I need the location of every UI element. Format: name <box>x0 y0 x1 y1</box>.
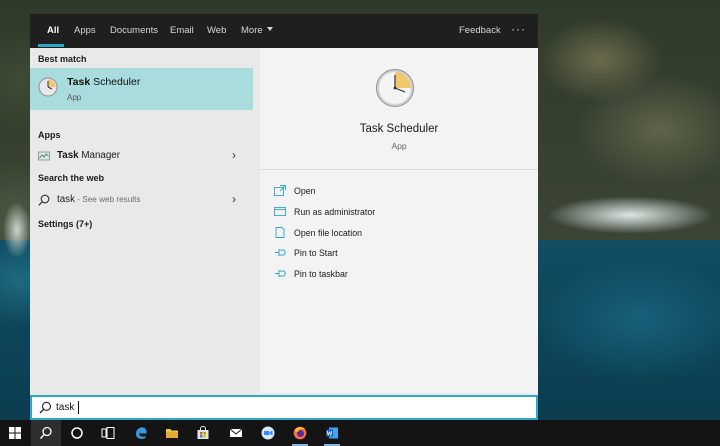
start-menu-search-panel: All Apps Documents Email Web More Feedba… <box>30 14 538 420</box>
action-label: Open <box>294 186 316 196</box>
taskbar-app-zoom[interactable] <box>253 420 283 446</box>
chevron-down-icon <box>266 27 273 32</box>
search-web-header: Search the web <box>38 173 105 183</box>
search-icon <box>39 426 52 440</box>
search-input-value: task <box>56 402 75 413</box>
best-match-title: Task Scheduler <box>67 76 140 88</box>
search-filter-tabs: All Apps Documents Email Web More Feedba… <box>30 14 538 48</box>
cortana-button[interactable] <box>62 420 92 446</box>
word-icon <box>326 427 338 439</box>
tab-more[interactable]: More <box>241 14 273 48</box>
search-icon <box>38 194 50 206</box>
taskbar-app-word[interactable] <box>317 420 347 446</box>
pin-icon <box>275 249 286 256</box>
taskbar-app-edge[interactable] <box>126 420 156 446</box>
task-manager-label: Task Manager <box>57 150 120 161</box>
action-label: Run as administrator <box>294 207 376 217</box>
taskbar-app-mail[interactable] <box>221 420 251 446</box>
chevron-right-icon[interactable]: › <box>232 149 236 161</box>
folder-location-icon <box>275 227 285 238</box>
best-match-subtitle: App <box>67 93 82 102</box>
search-icon <box>39 401 52 414</box>
list-item-task-manager[interactable]: Task Manager › <box>30 145 253 167</box>
taskbar-app-firefox[interactable] <box>285 420 315 446</box>
tab-web[interactable]: Web <box>207 14 226 48</box>
task-manager-label-bold: Task <box>57 150 79 161</box>
cortana-icon <box>71 427 83 439</box>
task-manager-icon <box>38 151 50 161</box>
apps-header: Apps <box>38 130 61 140</box>
divider <box>260 169 538 170</box>
best-match-item[interactable]: Task Scheduler App <box>30 68 253 110</box>
search-input[interactable]: task <box>30 395 538 420</box>
wallpaper-surf <box>520 180 720 250</box>
tab-active-indicator <box>38 44 64 47</box>
tab-apps[interactable]: Apps <box>74 14 96 48</box>
firefox-icon <box>293 426 307 440</box>
tab-email[interactable]: Email <box>170 14 194 48</box>
mail-icon <box>229 428 243 437</box>
action-label: Pin to Start <box>294 248 338 258</box>
more-options-button[interactable]: ··· <box>511 14 526 48</box>
windows-icon <box>9 427 21 439</box>
tab-all[interactable]: All <box>47 14 59 48</box>
action-label: Open file location <box>294 228 362 238</box>
web-search-label: task - See web results <box>57 194 141 205</box>
store-icon <box>197 426 209 439</box>
best-match-header: Best match <box>38 54 87 64</box>
taskbar <box>0 420 720 446</box>
wallpaper-coast <box>0 190 34 270</box>
tab-documents[interactable]: Documents <box>110 14 158 48</box>
best-match-title-bold: Task <box>67 76 91 88</box>
task-manager-label-rest: Manager <box>78 150 120 161</box>
web-search-query: task <box>57 194 75 205</box>
admin-icon <box>274 207 286 216</box>
clock-icon <box>376 69 414 107</box>
feedback-button[interactable]: Feedback <box>459 14 501 48</box>
taskbar-search-button[interactable] <box>31 420 61 446</box>
preview-pane: Task Scheduler App Open Run as administr… <box>260 48 538 393</box>
task-view-button[interactable] <box>93 420 123 446</box>
chevron-right-icon[interactable]: › <box>232 193 236 205</box>
zoom-icon <box>261 426 275 440</box>
text-caret <box>78 401 79 414</box>
action-label: Pin to taskbar <box>294 269 348 279</box>
settings-header[interactable]: Settings (7+) <box>38 219 92 229</box>
start-button[interactable] <box>0 420 30 446</box>
open-icon <box>274 185 286 196</box>
taskbar-app-file-explorer[interactable] <box>157 420 187 446</box>
edge-icon <box>136 427 147 439</box>
preview-title: Task Scheduler <box>359 123 439 135</box>
web-search-hint: - See web results <box>74 195 141 204</box>
pin-icon <box>275 270 286 277</box>
file-explorer-icon <box>166 429 178 438</box>
best-match-title-rest: Scheduler <box>90 76 141 88</box>
taskbar-app-store[interactable] <box>188 420 218 446</box>
tab-more-label: More <box>241 25 263 36</box>
preview-subtitle: App <box>391 141 407 151</box>
task-view-icon <box>101 427 115 439</box>
clock-icon <box>38 77 58 97</box>
list-item-web-search[interactable]: task - See web results › <box>30 189 253 211</box>
results-list: Best match Task Scheduler App Apps Task … <box>30 48 260 393</box>
